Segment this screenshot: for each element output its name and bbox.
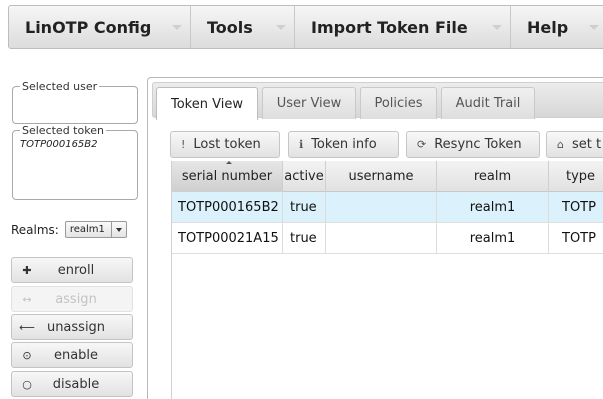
menu-linotp-config[interactable]: LinOTP Config xyxy=(9,6,191,48)
lost-token-button[interactable]: ! Lost token xyxy=(170,131,280,158)
token-table: serial number active username realm type… xyxy=(171,161,603,399)
tab-user-view[interactable]: User View xyxy=(262,87,356,119)
unassign-button-label: unassign xyxy=(46,319,106,335)
cell-serial-number: TOTP00021A15 xyxy=(172,223,283,254)
cell-type: TOTP xyxy=(562,231,596,246)
chevron-down-icon xyxy=(589,25,599,30)
enable-button[interactable]: ⊙ enable xyxy=(11,342,133,368)
cell-serial-number: TOTP000165B2 xyxy=(172,192,283,223)
chevron-down-icon xyxy=(172,25,182,30)
sort-up-icon xyxy=(226,161,232,164)
resync-token-button[interactable]: ⟳ Resync Token xyxy=(406,131,540,158)
token-info-button[interactable]: ℹ Token info xyxy=(288,131,399,158)
cell-active: true xyxy=(283,192,326,223)
column-header-serial-number[interactable]: serial number xyxy=(172,161,283,192)
tab-token-view[interactable]: Token View xyxy=(156,87,258,120)
cell-realm: realm1 xyxy=(437,192,549,223)
circle-icon: ○ xyxy=(22,377,32,391)
selected-token-legend: Selected token xyxy=(22,124,104,137)
column-header-type[interactable]: type xyxy=(549,161,603,192)
circle-dot-icon: ⊙ xyxy=(22,348,32,362)
enroll-button[interactable]: ✚ enroll xyxy=(11,257,133,283)
column-header-label: active xyxy=(284,169,324,184)
menu-import-token-file[interactable]: Import Token File xyxy=(295,6,511,48)
selected-token-value: TOTP000165B2 xyxy=(20,139,98,150)
menu-label: LinOTP Config xyxy=(25,17,152,37)
disable-button[interactable]: ○ disable xyxy=(11,371,133,397)
selected-user-box: Selected user xyxy=(12,80,138,124)
token-info-label: Token info xyxy=(311,137,377,152)
home-icon: ⌂ xyxy=(557,138,564,151)
set-token-button[interactable]: ⌂ set t xyxy=(546,131,603,158)
set-token-label: set t xyxy=(571,137,602,152)
enable-button-label: enable xyxy=(53,347,99,363)
assign-button-label: assign xyxy=(55,291,97,307)
arrow-left-icon: ⟵ xyxy=(19,320,35,334)
column-header-label: type xyxy=(565,169,596,184)
cell-active: true xyxy=(283,223,326,254)
cell-type: TOTP xyxy=(562,200,596,215)
tab-label: Token View xyxy=(171,96,243,112)
selected-user-value xyxy=(13,93,137,95)
column-header-active[interactable]: active xyxy=(283,161,326,192)
enroll-button-label: enroll xyxy=(57,262,95,278)
cell-username xyxy=(326,192,437,223)
column-header-label: serial number xyxy=(181,169,273,184)
menu-help[interactable]: Help xyxy=(511,6,603,48)
column-header-username[interactable]: username xyxy=(326,161,437,192)
menu-label: Help xyxy=(527,17,569,37)
realm-select-value: realm1 xyxy=(69,224,105,235)
menu-label: Import Token File xyxy=(311,17,468,37)
cell-realm: realm1 xyxy=(437,223,549,254)
tab-policies[interactable]: Policies xyxy=(360,87,437,119)
table-header: serial number active username realm type xyxy=(172,161,603,192)
tab-label: Policies xyxy=(374,96,423,111)
top-menu-bar: LinOTP Config Tools Import Token File He… xyxy=(8,5,603,49)
link-icon: ↔ xyxy=(22,292,32,306)
chevron-down-icon xyxy=(110,222,126,237)
info-icon: ℹ xyxy=(299,138,304,151)
realms-row: Realms: realm1 xyxy=(11,221,127,238)
column-header-label: username xyxy=(348,169,414,184)
menu-label: Tools xyxy=(207,17,253,37)
lost-token-label: Lost token xyxy=(193,137,261,152)
tab-audit-trail[interactable]: Audit Trail xyxy=(441,87,535,119)
realms-label: Realms: xyxy=(11,222,59,237)
menu-tools[interactable]: Tools xyxy=(191,6,295,48)
exclamation-icon: ! xyxy=(181,138,186,151)
chevron-down-icon xyxy=(492,25,502,30)
tab-label: User View xyxy=(276,96,342,111)
column-header-realm[interactable]: realm xyxy=(437,161,549,192)
refresh-icon: ⟳ xyxy=(417,138,427,151)
assign-button[interactable]: ↔ assign xyxy=(11,286,133,312)
column-header-label: realm xyxy=(473,169,512,184)
selected-user-legend: Selected user xyxy=(22,80,98,93)
plus-icon: ✚ xyxy=(22,263,32,277)
table-row[interactable]: TOTP000165B2 true realm1 TOTP xyxy=(172,192,603,223)
disable-button-label: disable xyxy=(52,376,100,392)
chevron-down-icon xyxy=(276,25,286,30)
tab-label: Audit Trail xyxy=(455,96,521,111)
selected-token-box: Selected token TOTP000165B2 xyxy=(12,124,138,200)
realm-select[interactable]: realm1 xyxy=(64,221,127,238)
resync-token-label: Resync Token xyxy=(434,137,522,152)
table-row[interactable]: TOTP00021A15 true realm1 TOTP xyxy=(172,223,603,254)
tab-bar: Token View User View Policies Audit Trai… xyxy=(152,82,603,120)
cell-username xyxy=(326,223,437,254)
unassign-button[interactable]: ⟵ unassign xyxy=(11,314,133,340)
